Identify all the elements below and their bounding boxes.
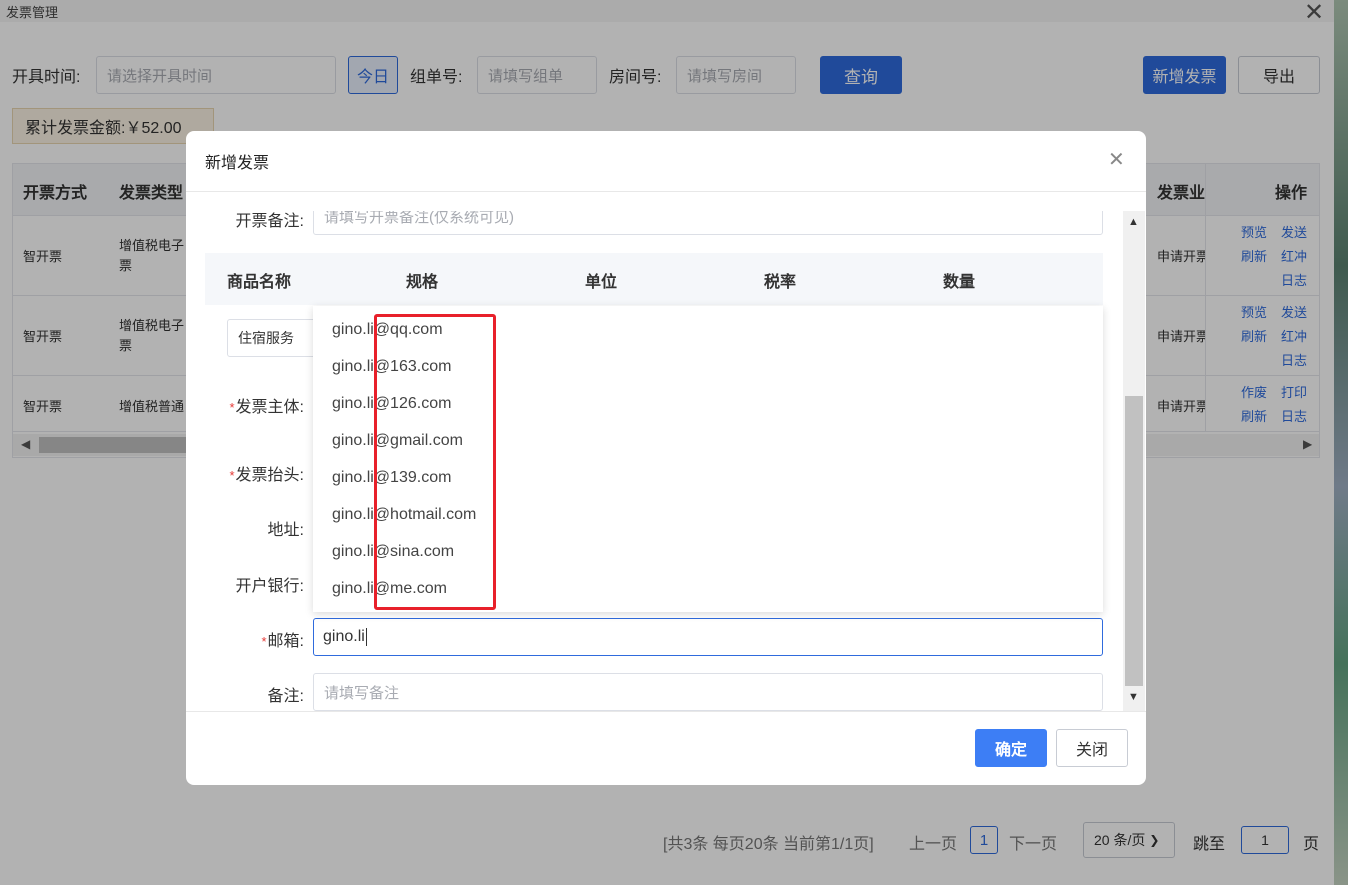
goods-name-select[interactable]: 住宿服务: [227, 319, 327, 357]
goods-header-qty: 数量: [943, 274, 976, 291]
dialog-close-button[interactable]: 关闭: [1056, 729, 1128, 767]
text-cursor: [365, 628, 367, 646]
scroll-down-icon[interactable]: ▼: [1128, 691, 1139, 703]
bank-label: 开户银行:: [235, 578, 304, 595]
goods-header-spec: 规格: [406, 274, 439, 291]
dialog-vertical-scrollbar[interactable]: ▲ ▼: [1123, 211, 1145, 711]
email-input[interactable]: gino.li: [313, 618, 1103, 656]
scroll-thumb[interactable]: [1125, 396, 1143, 686]
goods-header-tax: 税率: [764, 274, 797, 291]
host-window-edge: [1334, 0, 1348, 885]
email-label: *邮箱:: [261, 633, 304, 650]
goods-header-name: 商品名称: [227, 274, 292, 291]
remark-input[interactable]: 请填写开票备注(仅系统可见): [313, 211, 1103, 235]
confirm-button[interactable]: 确定: [975, 729, 1047, 767]
dialog-header-divider: [186, 191, 1146, 192]
note-label: 备注:: [267, 688, 304, 705]
dialog-body: 开票备注: 请填写开票备注(仅系统可见) 商品名称 规格 单位 税率 数量 住宿…: [186, 211, 1146, 711]
goods-header-unit: 单位: [585, 274, 618, 291]
highlight-annotation-box: [374, 314, 496, 610]
dialog-title: 新增发票: [205, 155, 270, 172]
scroll-up-icon[interactable]: ▲: [1128, 216, 1139, 228]
dialog-close-icon[interactable]: ✕: [1108, 147, 1125, 172]
address-label: 地址:: [267, 522, 304, 539]
email-input-value: gino.li: [323, 628, 365, 645]
header-label: *发票抬头:: [229, 467, 304, 484]
dialog-footer-divider: [186, 711, 1146, 712]
subject-label: *发票主体:: [229, 399, 304, 416]
remark-label: 开票备注:: [235, 213, 304, 230]
new-invoice-dialog: 新增发票 ✕ 开票备注: 请填写开票备注(仅系统可见) 商品名称 规格 单位 税…: [186, 131, 1146, 785]
note-input[interactable]: 请填写备注: [313, 673, 1103, 711]
